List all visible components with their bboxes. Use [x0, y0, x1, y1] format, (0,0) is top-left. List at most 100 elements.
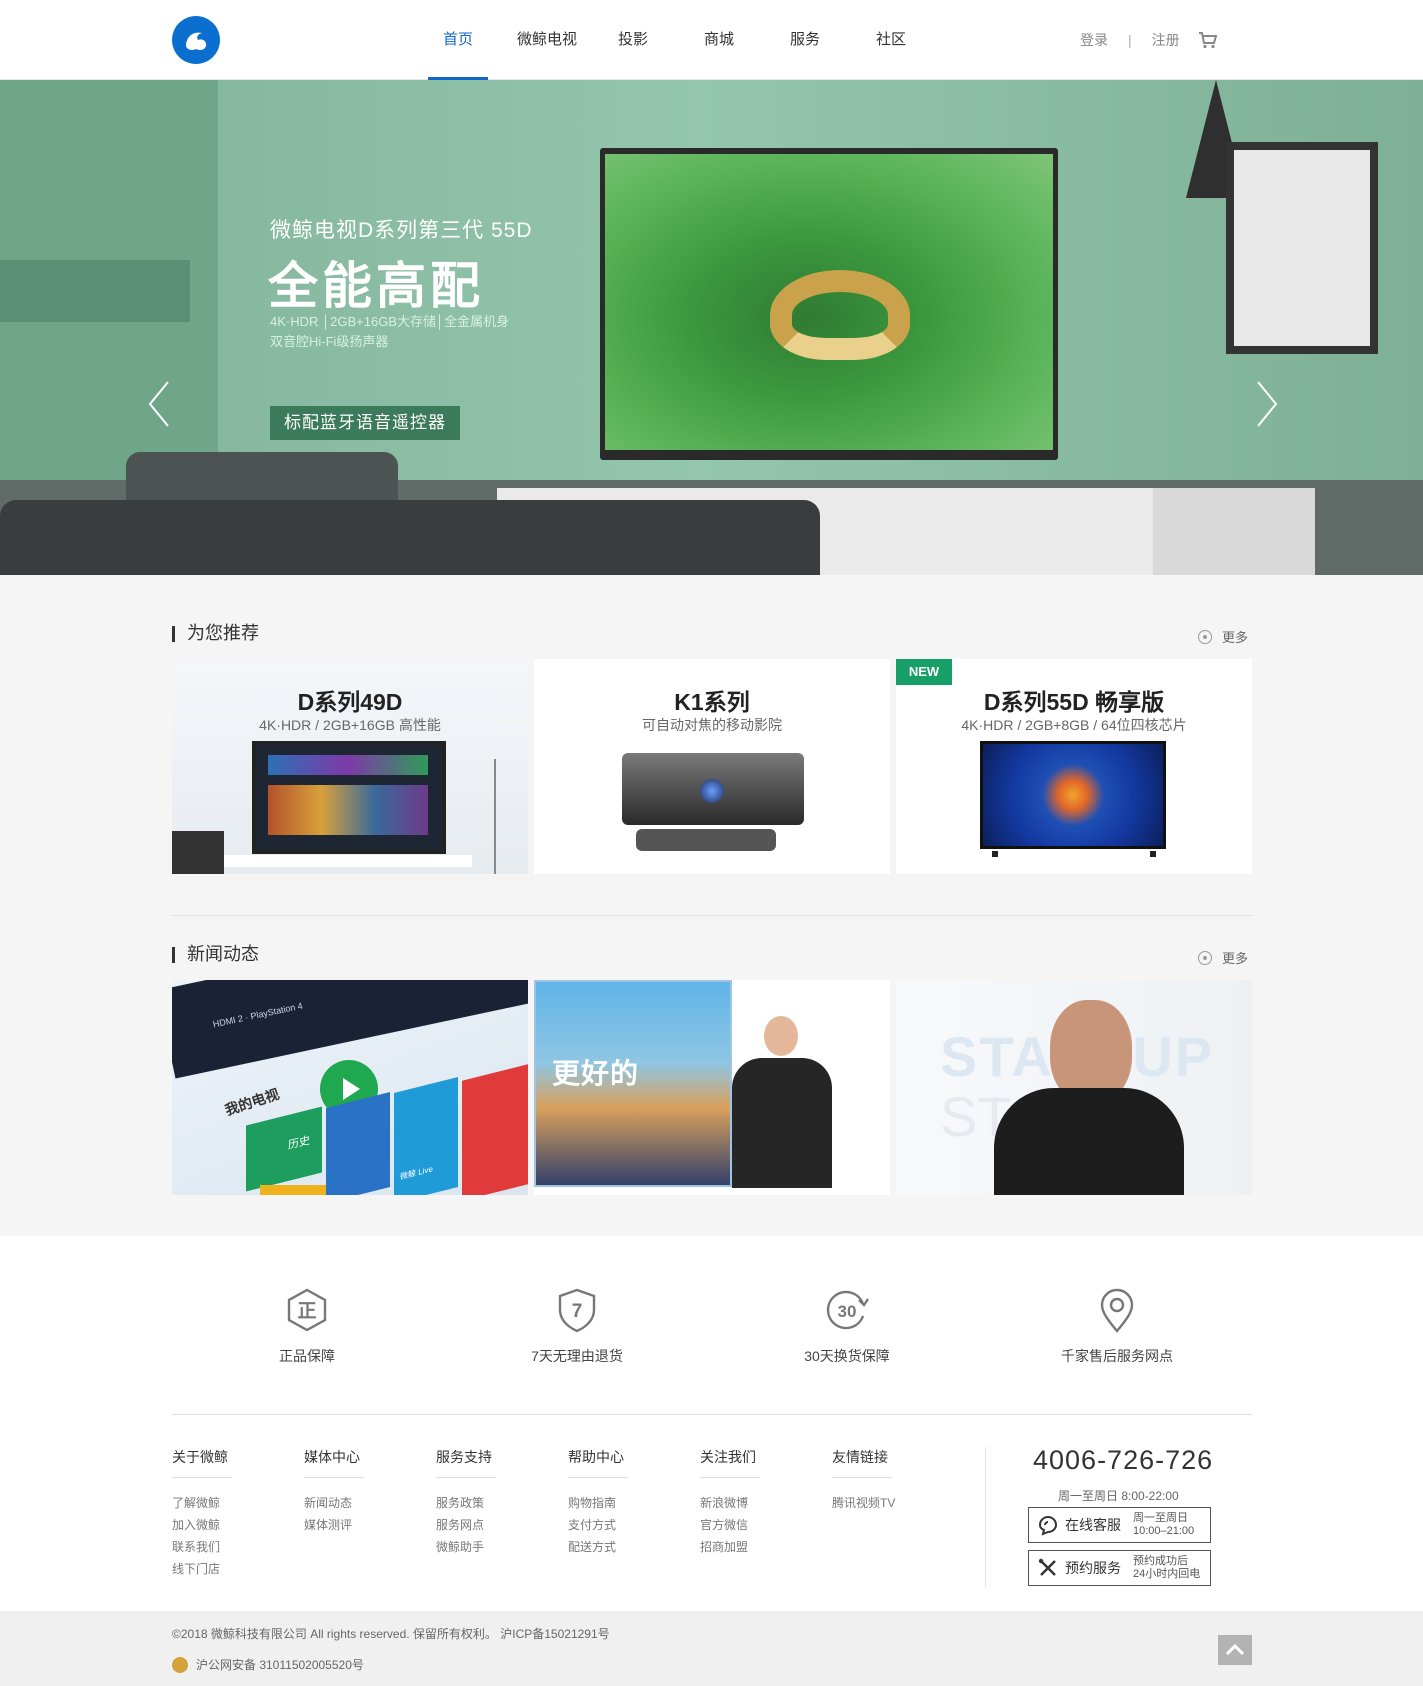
service-guarantees: 正正品保障 7 7天无理由退货 30 30天换货保障 千家售后服务网点 [0, 1236, 1423, 1411]
chat-bubble-icon [1038, 1515, 1058, 1536]
wall-picture-frame [1226, 142, 1378, 354]
footer-link[interactable]: 线下门店 [172, 1558, 292, 1580]
booking-service-button[interactable]: 预约服务 预约成功后 24小时内回电 [1028, 1550, 1211, 1586]
product-title: K1系列 [674, 689, 750, 715]
footer-link[interactable]: 配送方式 [568, 1536, 688, 1558]
footer-link[interactable]: 新闻动态 [304, 1492, 424, 1514]
footer-column: 服务支持服务政策 服务网点 微鲸助手 [436, 1447, 556, 1558]
recommend-more-link[interactable]: 更多 [1198, 627, 1248, 646]
carousel-next-arrow-icon[interactable] [1252, 378, 1282, 430]
product-subtitle: 可自动对焦的移动影院 [642, 717, 782, 733]
service-item: 千家售后服务网点 [1017, 1286, 1217, 1366]
more-label: 更多 [1222, 951, 1249, 966]
nav-item[interactable]: 微鲸电视 [504, 0, 590, 80]
footer-link[interactable]: 支付方式 [568, 1514, 688, 1536]
footer-link[interactable]: 加入微鲸 [172, 1514, 292, 1536]
service-glyph: 30 [838, 1302, 857, 1321]
service-glyph: 7 [572, 1301, 583, 1322]
cart-icon[interactable] [1198, 30, 1218, 50]
more-circle-icon [1198, 629, 1212, 644]
footer-column-heading: 媒体中心 [304, 1447, 364, 1478]
product-image-stand [992, 851, 1156, 857]
footer-link[interactable]: 腾讯视频TV [832, 1492, 952, 1514]
service-item: 30 30天换货保障 [747, 1286, 947, 1366]
footer-link[interactable]: 服务政策 [436, 1492, 556, 1514]
service-item: 7 7天无理由退货 [477, 1286, 677, 1366]
copyright-text: ©2018 微鲸科技有限公司 All rights reserved. 保留所有… [172, 1627, 610, 1641]
site-footer: 关于微鲸 了解微鲸 加入微鲸 联系我们 线下门店 媒体中心 新闻动态 媒体测评 服务支持 服务政策… [0, 1411, 1423, 1611]
nav-item[interactable]: 首页 [412, 0, 504, 80]
news-image-tile: 微鲸 Live [394, 1077, 458, 1195]
footer-link[interactable]: 微鲸助手 [436, 1536, 556, 1558]
service-label: 千家售后服务网点 [1061, 1348, 1173, 1364]
support-hours: 周一至周日 8:00-22:00 [1058, 1489, 1179, 1503]
footer-link[interactable]: 了解微鲸 [172, 1492, 292, 1514]
beian-text: 沪公网安备 31011502005520号 [196, 1658, 364, 1672]
police-beian[interactable]: 沪公网安备 31011502005520号 [172, 1656, 364, 1673]
news-image-tv-city: 更好的 [534, 980, 732, 1187]
news-image-text: 我的电视 [222, 1085, 282, 1119]
exchange-30-day-icon: 30 [826, 1290, 869, 1330]
footer-link[interactable]: 新浪微博 [700, 1492, 820, 1514]
news-more-link[interactable]: 更多 [1198, 948, 1248, 967]
booking-service-note: 预约成功后 24小时内回电 [1133, 1555, 1200, 1581]
hero-title: 全能高配 [268, 258, 484, 314]
hero-subtitle: 微鲸电视D系列第三代 55D [270, 219, 533, 242]
register-link[interactable]: 注册 [1152, 30, 1180, 50]
section-title-recommend: 为您推荐 [172, 624, 259, 642]
nav-item[interactable]: 商城 [676, 0, 762, 80]
footer-column: 友情链接腾讯视频TV [832, 1447, 952, 1514]
site-header: 首页 微鲸电视 投影 商城 服务 社区 登录 | 注册 [0, 0, 1423, 80]
nav-item[interactable]: 投影 [590, 0, 676, 80]
nav-item[interactable]: 社区 [848, 0, 934, 80]
online-service-label: 在线客服 [1065, 1517, 1121, 1533]
footer-link[interactable]: 联系我们 [172, 1536, 292, 1558]
footer-link[interactable]: 媒体测评 [304, 1514, 424, 1536]
footer-column-heading: 帮助中心 [568, 1447, 628, 1478]
booking-service-note-1: 预约成功后 [1133, 1555, 1188, 1567]
news-item-tv-ui[interactable]: HDMI 2 · PlayStation 4 我的电视 历史 微鲸 Live [172, 980, 528, 1195]
more-label: 更多 [1222, 630, 1249, 645]
nav-item[interactable]: 服务 [762, 0, 848, 80]
section-title-news: 新闻动态 [172, 944, 259, 964]
login-link[interactable]: 登录 [1080, 30, 1108, 50]
news-image-tile [326, 1092, 390, 1195]
footer-column: 帮助中心购物指南 支付方式 配送方式 [568, 1447, 688, 1558]
footer-column: 关于微鲸 了解微鲸 加入微鲸 联系我们 线下门店 [172, 1447, 292, 1580]
product-image-lamp [494, 759, 524, 874]
section-title-text: 新闻动态 [187, 944, 259, 964]
person-shirt [994, 1088, 1184, 1195]
new-badge: NEW [896, 659, 952, 685]
product-card-d49[interactable]: D系列49D 4K·HDR / 2GB+16GB 高性能 [172, 659, 528, 874]
news-item-startup[interactable]: STARTUP ST [896, 980, 1252, 1195]
footer-column: 关注我们 新浪微博 官方微信 招商加盟 [700, 1447, 820, 1558]
sofa [0, 500, 820, 575]
police-badge-icon [172, 1656, 188, 1673]
footer-column-heading: 服务支持 [436, 1447, 496, 1478]
hero-carousel: 微鲸电视D系列第三代 55D 全能高配 4K·HDR │2GB+16GB大存储│… [0, 80, 1423, 575]
service-item: 正正品保障 [207, 1286, 407, 1366]
back-to-top-button[interactable] [1218, 1635, 1252, 1665]
footer-column-heading: 友情链接 [832, 1447, 892, 1478]
product-card-k1[interactable]: K1系列 可自动对焦的移动影院 [534, 659, 890, 874]
presenter-head [764, 1016, 798, 1056]
news-image-tile [462, 1063, 528, 1195]
hero-badge: 标配蓝牙语音遥控器 [270, 406, 460, 440]
product-image-tv [980, 741, 1166, 849]
news-item-launch-event[interactable]: 更好的 [534, 980, 890, 1195]
wrench-screwdriver-icon [1038, 1558, 1056, 1576]
footer-link[interactable]: 购物指南 [568, 1492, 688, 1514]
news-image-tile [260, 1185, 326, 1195]
product-image-stand [222, 855, 472, 867]
service-label: 30天换货保障 [804, 1348, 890, 1364]
product-card-d55[interactable]: NEW D系列55D 畅享版 4K·HDR / 2GB+8GB / 64位四核芯… [896, 659, 1252, 874]
footer-link[interactable]: 官方微信 [700, 1514, 820, 1536]
whaley-logo[interactable] [172, 16, 220, 64]
booking-service-label: 预约服务 [1065, 1560, 1121, 1576]
footer-link[interactable]: 服务网点 [436, 1514, 556, 1536]
footer-link[interactable]: 招商加盟 [700, 1536, 820, 1558]
carousel-prev-arrow-icon[interactable] [144, 378, 174, 430]
product-image-remote [636, 829, 776, 851]
online-service-button[interactable]: 在线客服 周一至周日 10:00–21:00 [1028, 1507, 1211, 1543]
footer-column: 媒体中心新闻动态 媒体测评 [304, 1447, 424, 1536]
